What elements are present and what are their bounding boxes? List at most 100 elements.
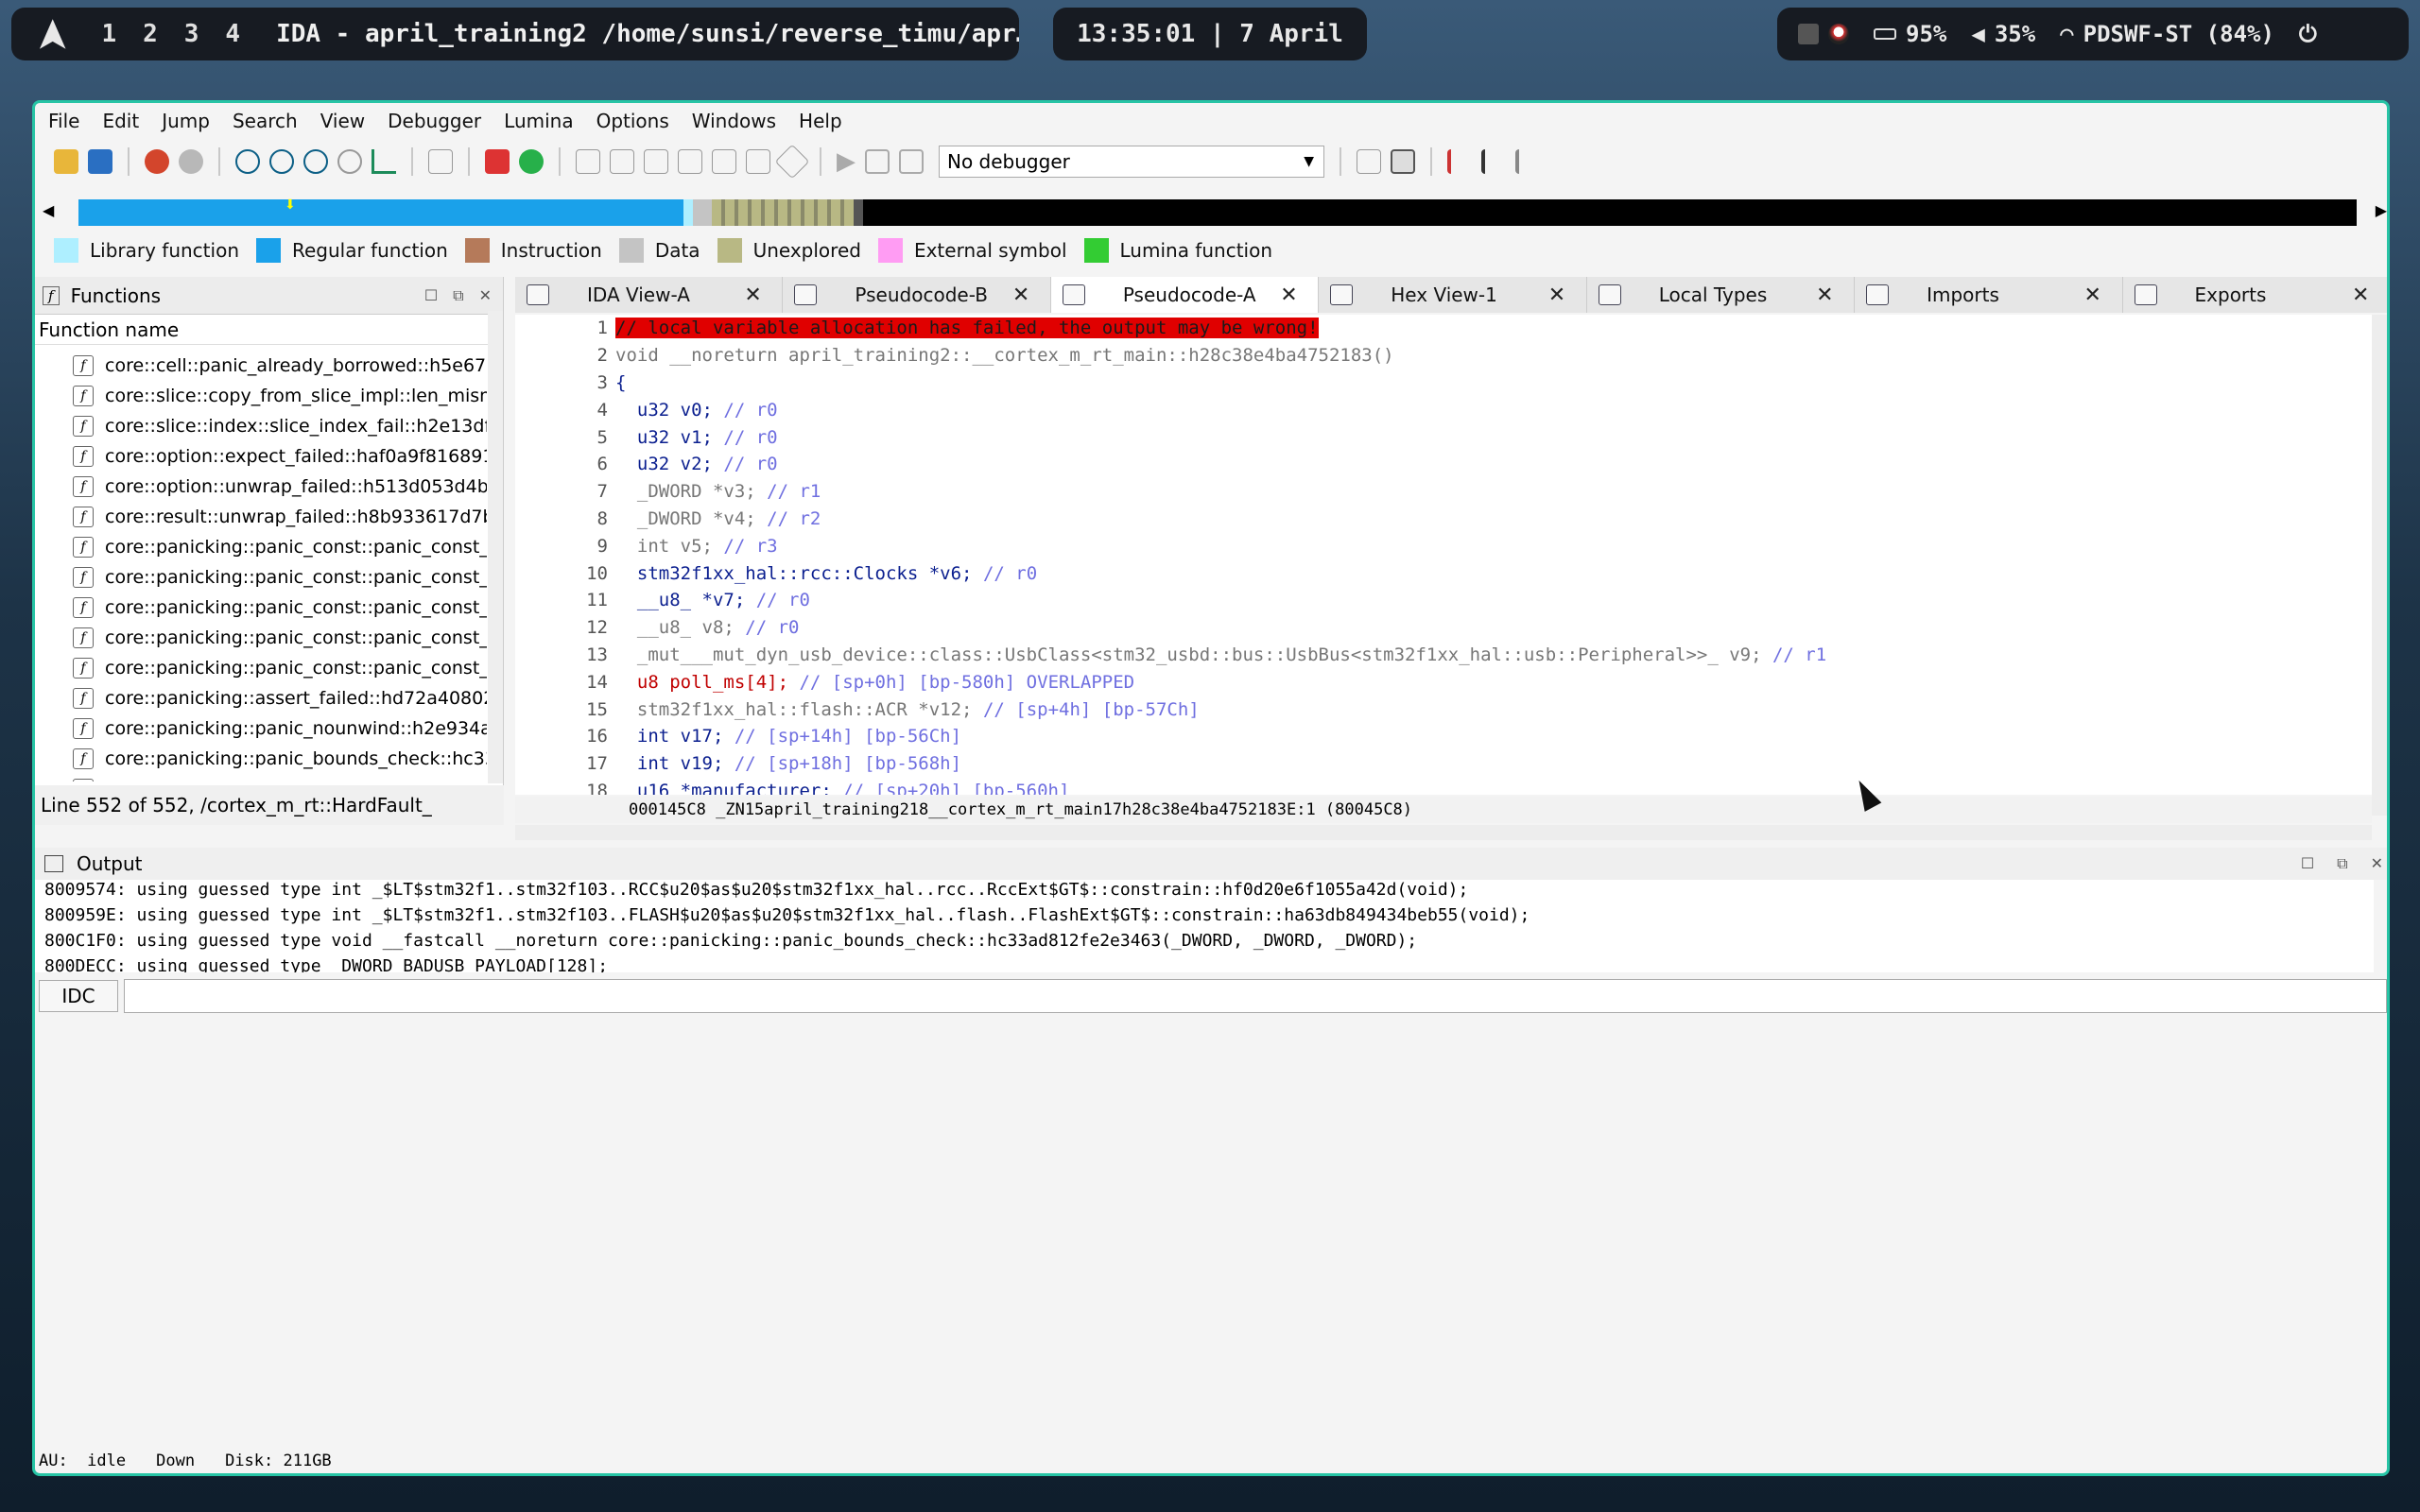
close-icon[interactable]: ✕: [2371, 854, 2383, 873]
code-line[interactable]: 12 __u8_ v8; // r0: [515, 614, 2372, 642]
code-icon[interactable]: [576, 149, 600, 174]
float-icon[interactable]: ⧉: [453, 286, 463, 305]
pause-icon[interactable]: [865, 149, 890, 174]
navigation-band[interactable]: ◀ ⬇ ▶: [35, 192, 2387, 226]
code-line[interactable]: 15 stm32f1xx_hal::flash::ACR *v12; // [s…: [515, 696, 2372, 723]
breakpoint-icon[interactable]: [774, 144, 810, 180]
data-icon[interactable]: [610, 149, 634, 174]
code-line[interactable]: 9 int v5; // r3: [515, 532, 2372, 559]
code-line[interactable]: 11 __u8_ *v7; // r0: [515, 587, 2372, 614]
tab-ida-view-a[interactable]: IDA View-A ✕: [515, 277, 784, 313]
patch-icon[interactable]: [746, 149, 770, 174]
volume-indicator[interactable]: ◀ 35%: [1971, 21, 2035, 47]
tab-imports[interactable]: Imports ✕: [1855, 277, 2123, 313]
function-row[interactable]: f core::slice::index::slice_index_fail::h…: [35, 411, 487, 441]
tab-local-types[interactable]: Local Types ✕: [1587, 277, 1856, 313]
function-row[interactable]: f core::panicking::panic_bounds_check::hc…: [35, 744, 487, 774]
nav-right-arrow-icon[interactable]: ▶: [2376, 201, 2387, 219]
functions-scrollbar[interactable]: [488, 311, 503, 783]
code-line[interactable]: 16 int v17; // [sp+14h] [bp-56Ch]: [515, 723, 2372, 750]
code-line[interactable]: 18 u16 *manufacturer; // [sp+20h] [bp-56…: [515, 778, 2372, 795]
debugger-select[interactable]: No debugger ▼: [939, 146, 1324, 178]
function-name-column-header[interactable]: Function name: [35, 315, 503, 345]
hex-icon[interactable]: [337, 149, 362, 174]
maximize-icon[interactable]: ☐: [424, 286, 438, 305]
tab-close-icon[interactable]: ✕: [2352, 284, 2387, 307]
function-row[interactable]: f core::panicking::panic_const::panic_con…: [35, 593, 487, 623]
output-log[interactable]: 8009574: using guessed type int _$LT$stm…: [35, 880, 2374, 972]
save-icon[interactable]: [88, 149, 112, 174]
open-icon[interactable]: [54, 149, 78, 174]
code-line[interactable]: 13 _mut___mut_dyn_usb_device::class::Usb…: [515, 642, 2372, 669]
function-row[interactable]: f core::panicking::panic_const::panic_con…: [35, 653, 487, 683]
list-gray-icon[interactable]: [1515, 149, 1540, 174]
tab-close-icon[interactable]: ✕: [1012, 284, 1050, 307]
code-line[interactable]: 8 _DWORD *v4; // r2: [515, 506, 2372, 533]
code-line[interactable]: 2 void __noreturn april_training2::__cort…: [515, 342, 2372, 369]
menu-help[interactable]: Help: [799, 110, 842, 132]
idc-language-button[interactable]: IDC: [39, 980, 118, 1012]
workspace-1[interactable]: 1: [101, 20, 116, 48]
back-icon[interactable]: [145, 149, 169, 174]
tab-exports[interactable]: Exports ✕: [2123, 277, 2387, 313]
function-row[interactable]: f core::panicking::panic_nounwind::h2e934…: [35, 713, 487, 744]
power-button[interactable]: ⏻: [2299, 21, 2317, 47]
code-line[interactable]: 17 int v19; // [sp+18h] [bp-568h]: [515, 750, 2372, 778]
list-red-icon[interactable]: [1481, 149, 1506, 174]
function-row[interactable]: f core::panicking::assert_failed::hd72a40…: [35, 683, 487, 713]
forward-icon[interactable]: [179, 149, 203, 174]
pseudocode-vertical-scrollbar[interactable]: [2372, 315, 2387, 816]
workspace-3[interactable]: 3: [184, 20, 199, 48]
new-enum-icon[interactable]: [269, 149, 294, 174]
play-icon[interactable]: ▶: [837, 147, 856, 176]
list-icon[interactable]: [1447, 149, 1472, 174]
function-row[interactable]: f core::panicking::panic_const::panic_con…: [35, 623, 487, 653]
undefine-icon[interactable]: [712, 149, 736, 174]
menu-view[interactable]: View: [320, 110, 365, 132]
float-icon[interactable]: ⧉: [2337, 854, 2347, 873]
code-line[interactable]: 4 u32 v0; // r0: [515, 396, 2372, 423]
menu-jump[interactable]: Jump: [162, 110, 210, 132]
tab-close-icon[interactable]: ✕: [2084, 284, 2122, 307]
function-row[interactable]: f core::panicking::panic_nounwind_fmt::h0…: [35, 774, 487, 782]
new-struct-icon[interactable]: [235, 149, 260, 174]
nav-left-arrow-icon[interactable]: ◀: [43, 201, 54, 219]
menu-options[interactable]: Options: [596, 110, 669, 132]
menu-lumina[interactable]: Lumina: [504, 110, 573, 132]
pseudocode-horizontal-scrollbar[interactable]: [515, 825, 2372, 840]
text-icon[interactable]: [428, 149, 453, 174]
tab-hex-view-1[interactable]: Hex View-1 ✕: [1319, 277, 1587, 313]
function-row[interactable]: f core::option::expect_failed::haf0a9f816…: [35, 441, 487, 472]
function-row[interactable]: f core::cell::panic_already_borrowed::h5e…: [35, 351, 487, 381]
jump-icon[interactable]: [372, 149, 396, 174]
menu-debugger[interactable]: Debugger: [388, 110, 481, 132]
battery-indicator[interactable]: 95%: [1874, 21, 1946, 47]
tab-close-icon[interactable]: ✕: [1548, 284, 1586, 307]
function-row[interactable]: f core::panicking::panic_const::panic_con…: [35, 562, 487, 593]
arch-logo-icon[interactable]: [36, 17, 69, 51]
function-row[interactable]: f core::option::unwrap_failed::h513d053d4…: [35, 472, 487, 502]
workspace-4[interactable]: 4: [225, 20, 240, 48]
command-input[interactable]: [124, 979, 2387, 1013]
code-line[interactable]: 1 // local variable allocation has failed…: [515, 315, 2372, 342]
function-row[interactable]: f core::result::unwrap_failed::h8b933617d…: [35, 502, 487, 532]
tab-pseudocode-b[interactable]: Pseudocode-B ✕: [783, 277, 1051, 313]
graph-icon[interactable]: [485, 149, 510, 174]
menu-file[interactable]: File: [48, 110, 79, 132]
pseudocode-view[interactable]: 1 // local variable allocation has failed…: [515, 315, 2372, 795]
function-row[interactable]: f core::panicking::panic_const::panic_con…: [35, 532, 487, 562]
array-icon[interactable]: [678, 149, 702, 174]
code-line[interactable]: 3{: [515, 369, 2372, 397]
close-icon[interactable]: ✕: [479, 286, 492, 305]
stop-icon[interactable]: [899, 149, 924, 174]
tray-app-icon[interactable]: [1798, 24, 1819, 44]
decompile-icon[interactable]: [1357, 149, 1381, 174]
menu-windows[interactable]: Windows: [692, 110, 776, 132]
string-icon[interactable]: [644, 149, 668, 174]
wifi-indicator[interactable]: ◠ PDSWF-ST (84%): [2060, 21, 2274, 47]
menu-edit[interactable]: Edit: [102, 110, 139, 132]
code-line[interactable]: 7 _DWORD *v3; // r1: [515, 478, 2372, 506]
menu-search[interactable]: Search: [233, 110, 298, 132]
penguin-icon[interactable]: [1828, 24, 1849, 44]
tab-close-icon[interactable]: ✕: [1280, 284, 1318, 307]
